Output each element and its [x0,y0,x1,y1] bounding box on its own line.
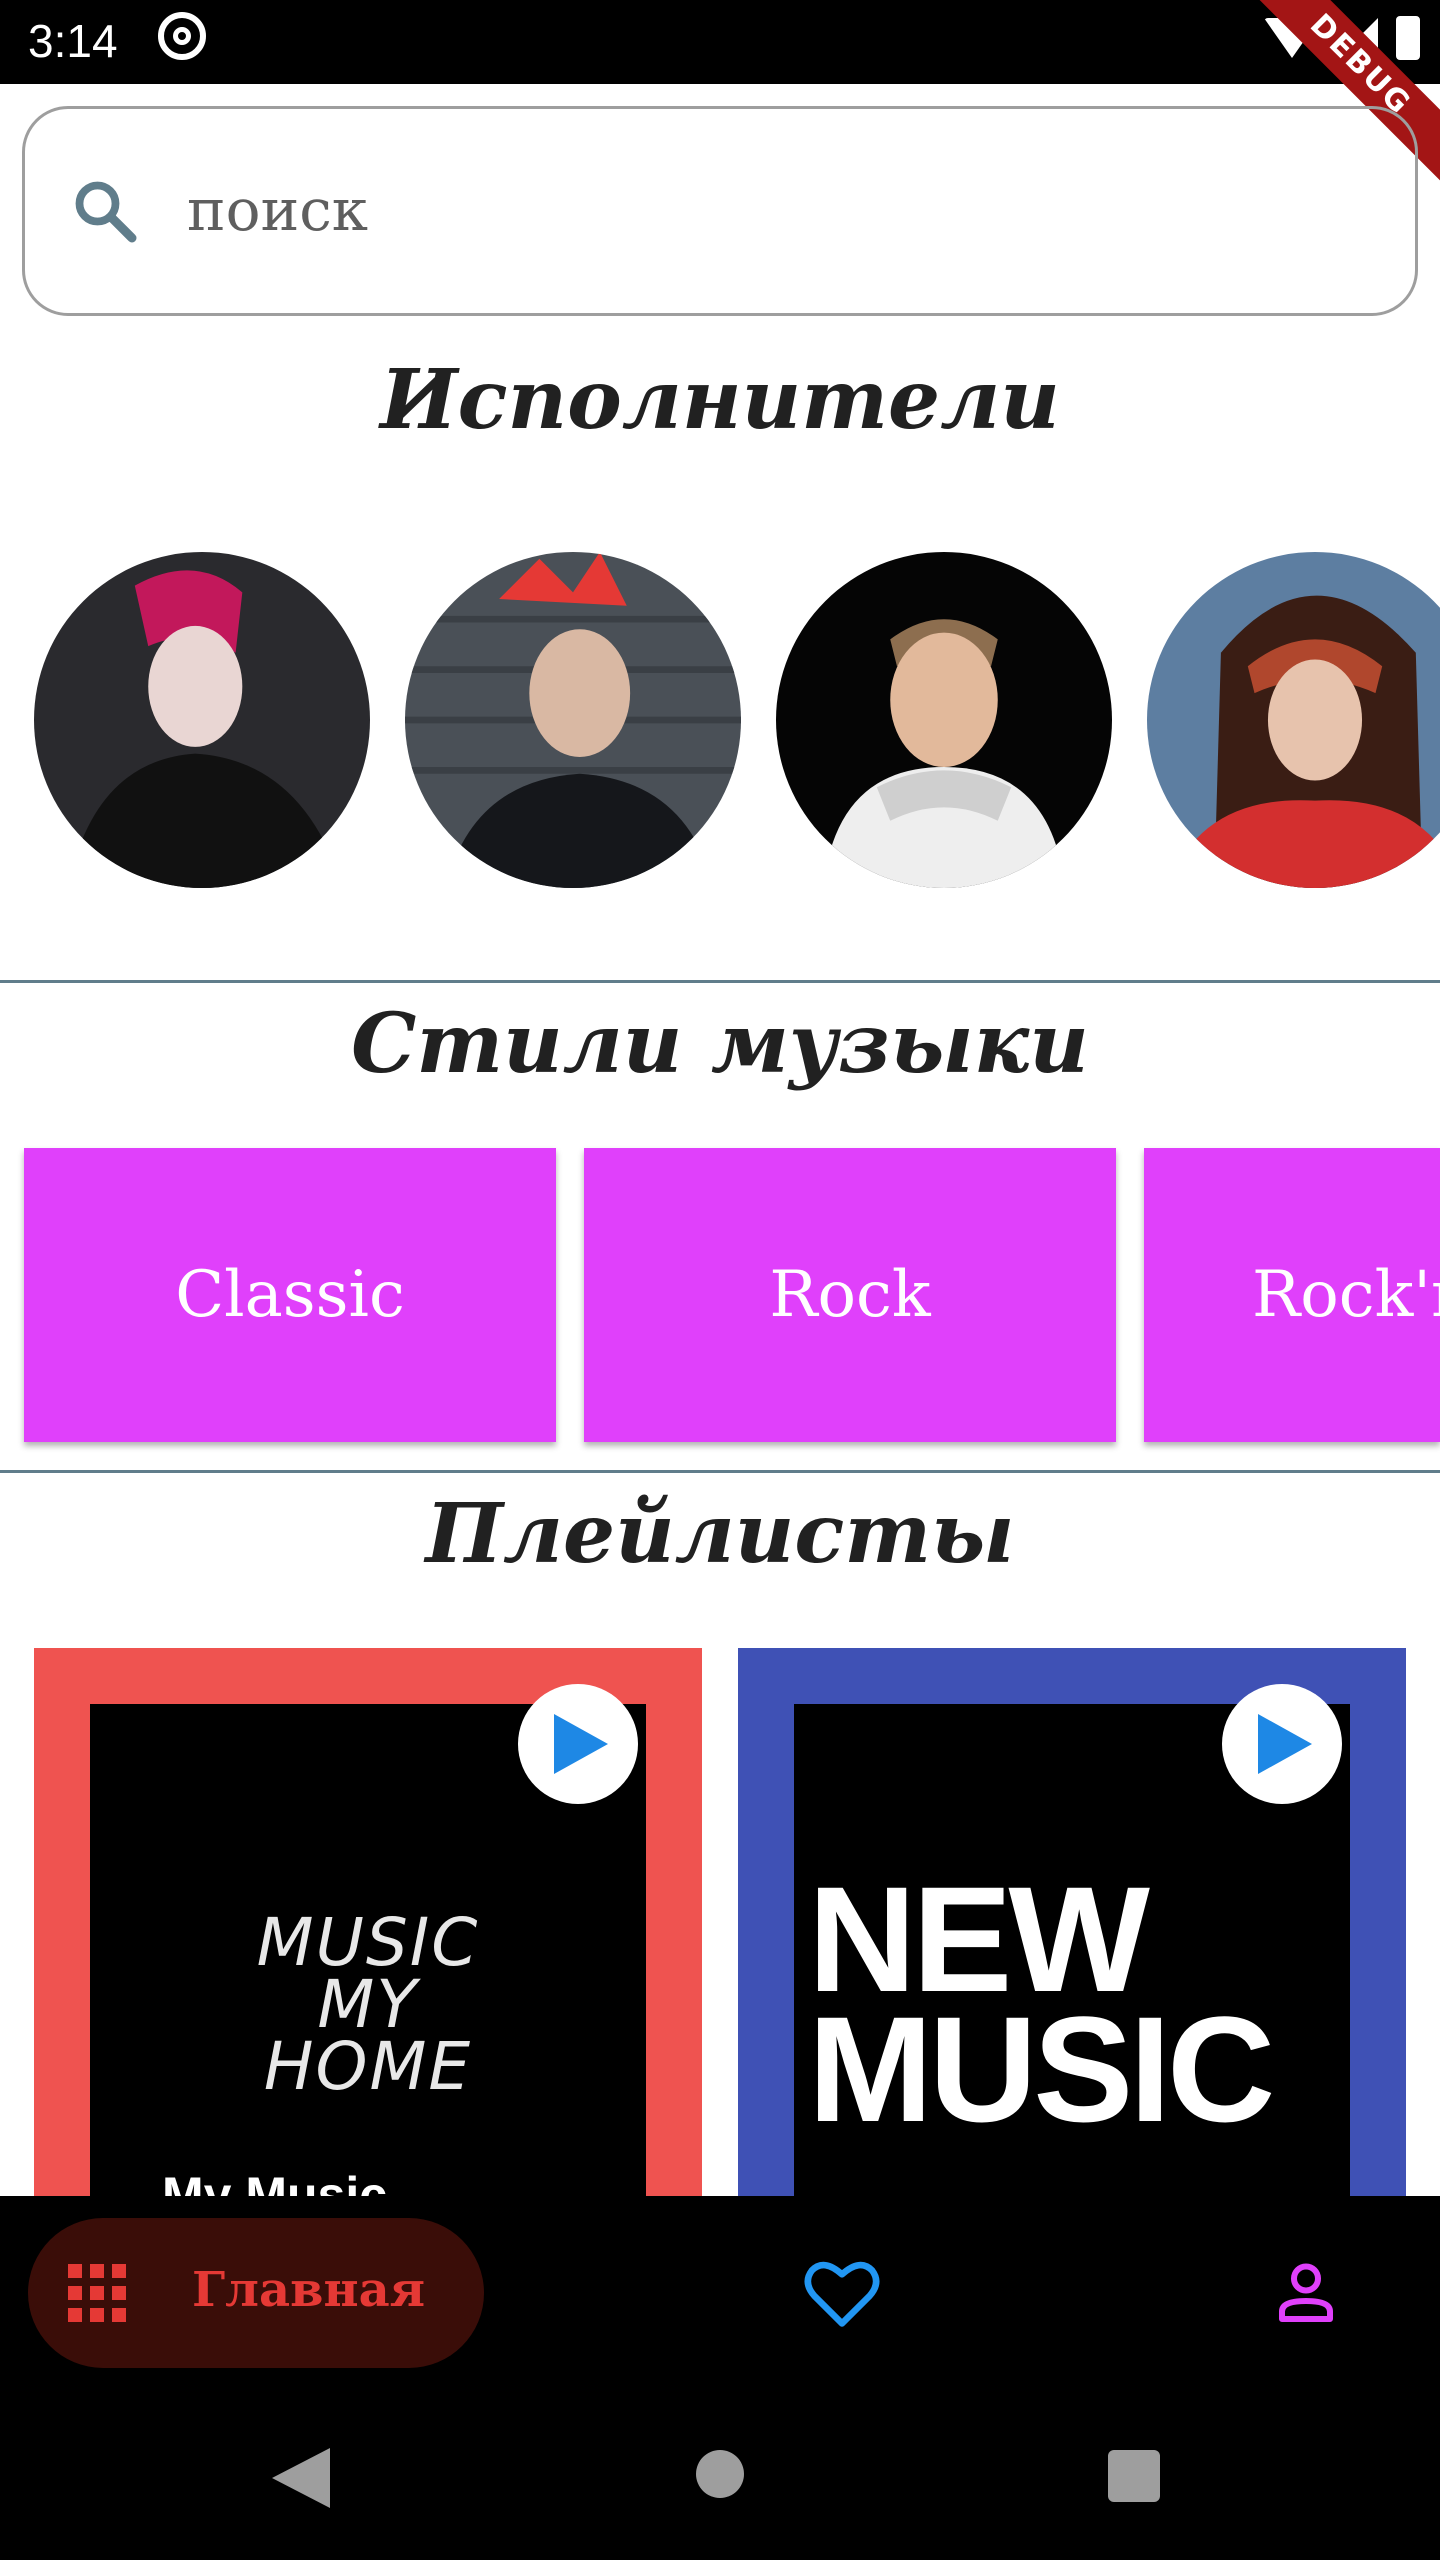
play-button[interactable] [1222,1684,1342,1804]
grid-icon [68,2264,126,2322]
search-input[interactable] [185,159,1369,261]
artist-photo [776,552,1112,888]
status-time: 3:14 [28,15,118,67]
system-nav-bar [0,2396,1440,2560]
artist-avatar-4[interactable] [1147,552,1440,888]
divider [0,980,1440,983]
artist-photo [34,552,370,888]
profile-icon[interactable] [1270,2256,1342,2328]
artist-avatar-3[interactable] [776,552,1112,888]
artist-photo [1147,552,1440,888]
back-icon[interactable] [272,2448,330,2508]
heart-icon[interactable] [802,2258,882,2330]
play-icon [554,1714,608,1774]
at-sign-icon [158,12,206,60]
recents-square-icon[interactable] [1108,2450,1160,2502]
artist-avatar-1[interactable] [34,552,370,888]
home-circle-icon[interactable] [696,2450,744,2498]
genre-card-rocknroll[interactable]: Rock'n'Roll [1144,1148,1440,1442]
status-bar: 3:14 DEBUG [0,0,1440,189]
cover-text: HOME [263,2028,473,2105]
genre-card-classic[interactable]: Classic [24,1148,556,1442]
artists-title: Исполнители [380,352,1060,448]
artist-avatar-2[interactable] [405,552,741,888]
playlist-title: My Music [162,2167,388,2198]
bottom-nav: Главная [0,2196,1440,2396]
battery-icon [1396,16,1420,60]
genre-card-rock[interactable]: Rock [584,1148,1116,1442]
playlist-card-2[interactable]: NEW MUSIC [738,1648,1406,2198]
play-icon [1258,1714,1312,1774]
playlist-card-1[interactable]: MUSIC MY HOME My Music [34,1648,702,2198]
genres-title: Стили музыки [351,996,1089,1092]
search-bar[interactable] [22,106,1418,316]
nav-home-label: Главная [192,2262,426,2318]
nav-home-button[interactable]: Главная [28,2218,484,2368]
artist-photo [405,552,741,888]
search-icon [75,181,137,243]
play-button[interactable] [518,1684,638,1804]
divider [0,1470,1440,1473]
playlists-title: Плейлисты [425,1486,1015,1582]
cover-text: MUSIC [808,1985,1275,2153]
